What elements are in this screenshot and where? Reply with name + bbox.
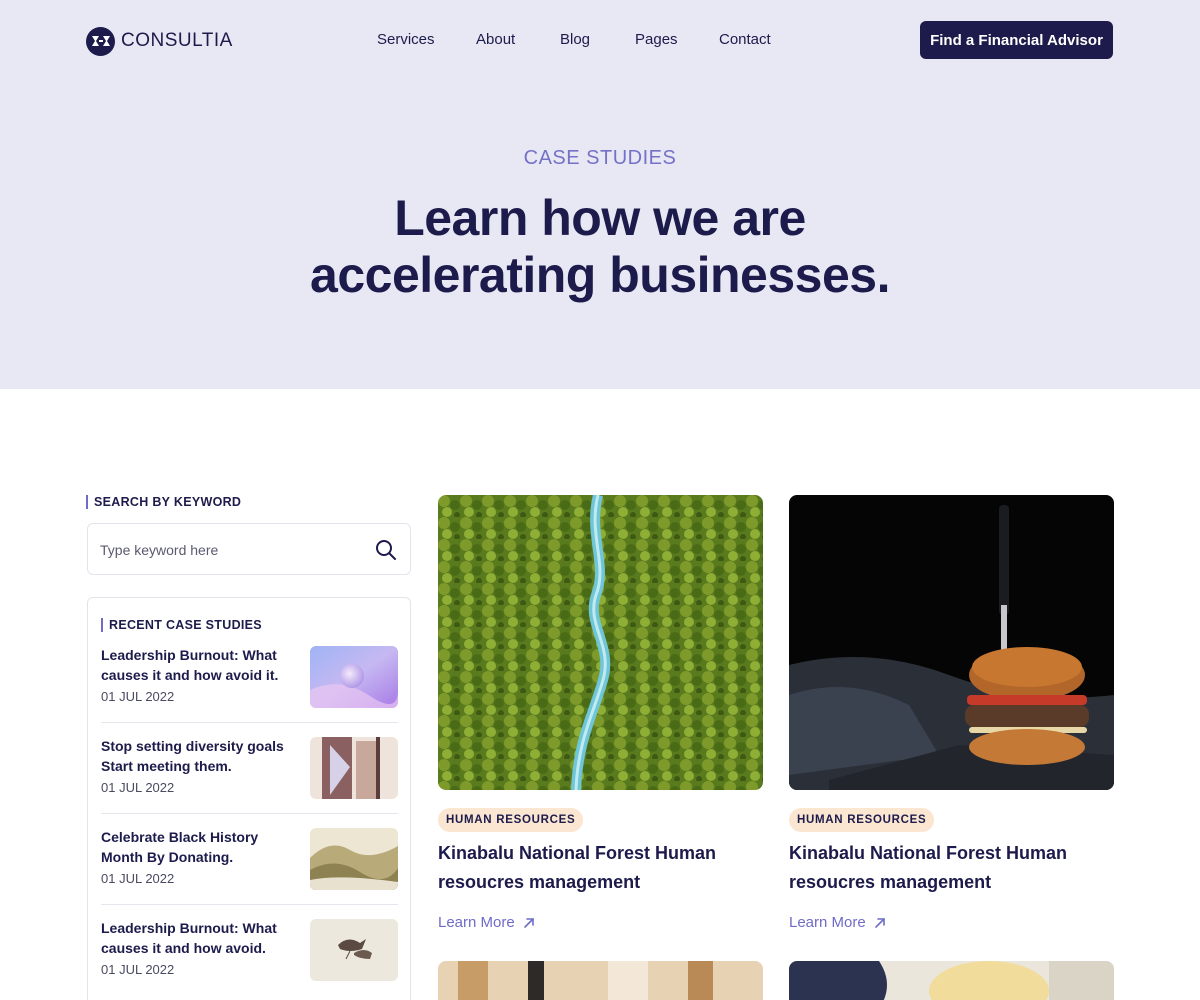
recent-item-date: 01 JUL 2022 [101, 689, 175, 704]
hero-title-line-2: accelerating businesses. [310, 247, 890, 303]
nav-contact[interactable]: Contact [719, 31, 771, 48]
recent-item[interactable]: Leadership Burnout: What causes it and h… [101, 919, 398, 1000]
category-tag: HUMAN RESOURCES [438, 808, 584, 832]
search-input[interactable] [100, 538, 360, 562]
case-study-image[interactable] [789, 495, 1114, 790]
recent-item-title[interactable]: Stop setting diversity goals Start meeti… [101, 737, 291, 776]
case-study-title[interactable]: Kinabalu National Forest Human resoucres… [438, 839, 763, 897]
hero-section: CONSULTIA Services About Blog Pages Cont… [0, 0, 1200, 389]
arrow-up-right-icon [523, 917, 534, 928]
find-advisor-button[interactable]: Find a Financial Advisor [920, 21, 1113, 59]
divider [101, 813, 398, 814]
divider [101, 722, 398, 723]
hero-eyebrow: CASE STUDIES [523, 147, 677, 169]
nav-about[interactable]: About [476, 31, 515, 48]
arrow-up-right-icon [874, 917, 885, 928]
recent-item-thumbnail[interactable] [310, 919, 398, 981]
hero-title: Learn how we are accelerating businesses… [0, 190, 1200, 304]
learn-more-label: Learn More [438, 914, 515, 931]
learn-more-label: Learn More [789, 914, 866, 931]
recent-item-thumbnail[interactable] [310, 737, 398, 799]
recent-item-date: 01 JUL 2022 [101, 962, 175, 977]
divider [101, 904, 398, 905]
recent-item-thumbnail[interactable] [310, 828, 398, 890]
case-study-title[interactable]: Kinabalu National Forest Human resoucres… [789, 839, 1114, 897]
recent-item-date: 01 JUL 2022 [101, 871, 175, 886]
recent-item-title[interactable]: Leadership Burnout: What causes it and h… [101, 919, 291, 958]
nav-pages[interactable]: Pages [635, 31, 678, 48]
recent-item[interactable]: Stop setting diversity goals Start meeti… [101, 737, 398, 821]
search-box [87, 523, 411, 575]
recent-item-title[interactable]: Celebrate Black History Month By Donatin… [101, 828, 291, 867]
recent-item[interactable]: Celebrate Black History Month By Donatin… [101, 828, 398, 912]
hero-title-line-1: Learn how we are [394, 190, 806, 246]
case-study-image[interactable] [438, 495, 763, 790]
recent-section-label: RECENT CASE STUDIES [101, 618, 262, 632]
case-study-card[interactable]: HUMAN RESOURCES Kinabalu National Forest… [789, 495, 1114, 935]
category-tag: HUMAN RESOURCES [789, 808, 935, 832]
recent-item-title[interactable]: Leadership Burnout: What causes it and h… [101, 646, 291, 685]
recent-item-thumbnail[interactable] [310, 646, 398, 708]
search-icon[interactable] [374, 538, 398, 562]
case-study-image[interactable] [438, 961, 763, 1000]
nav-blog[interactable]: Blog [560, 31, 590, 48]
nav-services[interactable]: Services [377, 31, 435, 48]
recent-item-date: 01 JUL 2022 [101, 780, 175, 795]
case-study-image[interactable] [789, 961, 1114, 1000]
case-study-card[interactable]: HUMAN RESOURCES Kinabalu National Forest… [438, 495, 763, 935]
search-section-label: SEARCH BY KEYWORD [86, 495, 241, 509]
recent-item[interactable]: Leadership Burnout: What causes it and h… [101, 646, 398, 730]
recent-case-studies-panel: RECENT CASE STUDIES Leadership Burnout: … [87, 597, 411, 1000]
learn-more-link[interactable]: Learn More [789, 914, 886, 931]
learn-more-link[interactable]: Learn More [438, 914, 535, 931]
